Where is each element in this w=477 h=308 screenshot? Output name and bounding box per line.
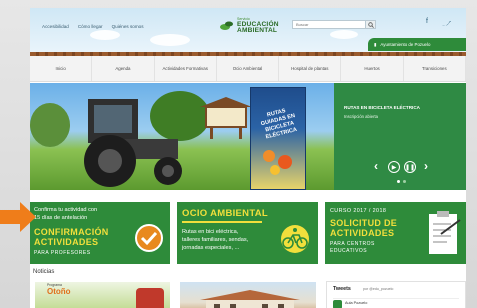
hero-caption-panel: RUTAS EN BICICLETA ELÉCTRICA Inscripción… [334,83,466,190]
hero-slider: RUTAS GUIADAS EN BICICLETA ELÉCTRICA RUT… [30,83,466,190]
bicycle-icon [281,225,309,253]
banner2-title: OCIO AMBIENTAL [182,208,268,219]
slider-dot[interactable] [403,180,406,183]
banner-confirmacion-actividades[interactable]: Confirma tu actividad con 15 días de ant… [30,202,170,264]
site-header: Accesibilidad Cómo llegar Quiénes somos … [30,8,466,52]
building-image [200,290,300,308]
banner-ocio-ambiental[interactable]: OCIO AMBIENTAL Rutas en bici eléctrica, … [177,202,318,264]
nav-item-huertos[interactable]: Huertos [341,56,404,81]
info-sign-image [200,97,252,139]
link-como-llegar[interactable]: Cómo llegar [78,24,103,29]
tractor-image [84,99,182,187]
promo-poster: RUTAS GUIADAS EN BICICLETA ELÉCTRICA [250,87,306,190]
nav-item-ocio-ambiental[interactable]: Ocio Ambiental [217,56,280,81]
news-thumbnail-otono[interactable]: Programa Otoño [35,282,170,308]
ayuntamiento-link[interactable]: ▮ Ayuntamiento de Pozuelo [368,38,466,51]
twitter-icon[interactable] [442,20,451,27]
top-links: Accesibilidad Cómo llegar Quiénes somos [42,24,144,29]
hero-photo: RUTAS GUIADAS EN BICICLETA ELÉCTRICA [30,83,334,190]
tweets-handle[interactable]: por @edu_pozuelo [363,287,393,291]
banner2-underline [182,221,262,223]
search-box [292,20,376,29]
banner3-title-line1: SOLICITUD DE [330,218,398,228]
leaf-logo-icon [220,21,233,31]
orange-arrow-pointer-icon [0,202,36,232]
twitter-widget: Tweets por @edu_pozuelo Aula Pozuelo [326,281,466,308]
slider-next-icon[interactable]: › [424,159,428,173]
slider-pause-button[interactable]: ❚❚ [404,161,416,173]
slide-image [136,288,164,308]
flowers-image [263,150,292,175]
search-button[interactable] [365,21,375,28]
search-icon [367,21,374,28]
slider-dot[interactable] [397,180,400,183]
main-nav: Inicio Agenda Actividades Formativas Oci… [30,56,466,82]
nav-item-actividades-formativas[interactable]: Actividades Formativas [155,56,217,81]
cloud-decoration [90,30,120,40]
search-input[interactable] [293,21,365,28]
banner-solicitud-actividades[interactable]: CURSO 2017 / 2018 SOLICITUD DE ACTIVIDAD… [325,202,466,264]
cloud-decoration [150,34,190,46]
banner3-small2: EDUCATIVOS [330,248,368,254]
facebook-icon[interactable]: f [426,18,428,25]
banner3-small1: PARA CENTROS [330,241,375,247]
nav-item-inicio[interactable]: Inicio [30,56,93,81]
slider-play-button[interactable]: ▶ [388,161,400,173]
link-quienes-somos[interactable]: Quiénes somos [112,24,144,29]
news-thumbnail-title: Otoño [47,287,71,296]
link-accesibilidad[interactable]: Accesibilidad [42,24,69,29]
ayuntamiento-label: Ayuntamiento de Pozuelo [380,42,431,47]
site-logo[interactable]: Servicio EDUCACIÓN AMBIENTAL [220,17,279,35]
news-thumbnail-building[interactable] [180,282,316,308]
building-icon: ▮ [374,41,377,47]
nav-item-hospital-de-plantas[interactable]: Hospital de plantas [279,56,342,81]
banner1-title-line1: CONFIRMACIÓN [34,227,109,237]
banner2-line3: jornadas especiales, ... [182,245,240,251]
banner1-line2: 15 días de antelación [34,215,88,221]
tweet-author[interactable]: Aula Pozuelo [345,301,367,305]
checkmark-icon [135,224,163,252]
banner3-course: CURSO 2017 / 2018 [330,208,387,214]
avatar[interactable] [333,300,342,308]
news-heading: Noticias [33,269,55,275]
slider-prev-icon[interactable]: ‹ [374,159,378,173]
hero-caption-subtitle: Inscripción abierta [344,114,378,119]
banner3-title-line2: ACTIVIDADES [330,228,395,238]
logo-title-line2: AMBIENTAL [237,27,278,35]
banner2-line2: talleres familiares, sendas, [182,237,249,243]
clipboard-icon [429,211,461,254]
nav-item-agenda[interactable]: Agenda [92,56,155,81]
cloud-decoration [330,30,358,39]
nav-item-transiciones[interactable]: Transiciones [404,56,466,81]
divider [333,298,459,299]
banner1-small: PARA PROFESORES [34,250,91,256]
poster-title: RUTAS GUIADAS EN BICICLETA ELÉCTRICA [260,108,298,141]
banner1-title-line2: ACTIVIDADES [34,237,99,247]
slider-dots [397,180,406,183]
tweets-title: Tweets [333,286,351,292]
banner2-line1: Rutas en bici eléctrica, [182,229,239,235]
website-page: Accesibilidad Cómo llegar Quiénes somos … [30,8,466,308]
banner1-line1: Confirma tu actividad con [34,207,98,213]
hero-caption-title: RUTAS EN BICICLETA ELÉCTRICA [344,105,420,110]
